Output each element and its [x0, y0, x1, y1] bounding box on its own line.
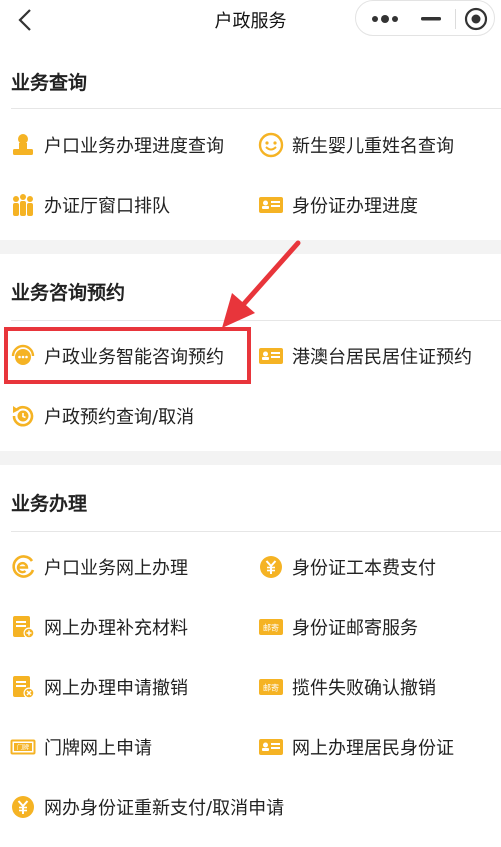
divider: [11, 320, 501, 321]
target-circle-icon: [464, 7, 488, 31]
yuan-coin-icon: [258, 554, 284, 580]
nav-bar: 户政服务: [0, 0, 501, 40]
section-separator: [0, 240, 501, 254]
more-dots-icon: [372, 15, 398, 23]
svg-text:邮寄: 邮寄: [263, 683, 279, 693]
door-plate-icon: 门牌: [10, 734, 36, 760]
item-appointment-query[interactable]: 户政预约查询/取消: [10, 396, 194, 436]
item-repay-cancel[interactable]: 网办身份证重新支付/取消申请: [10, 787, 284, 827]
svg-text:门牌: 门牌: [17, 744, 29, 752]
item-idcard-mail[interactable]: 邮寄 身份证邮寄服务: [258, 607, 418, 647]
section-query: 业务查询 户口业务办理进度查询 新生婴儿重姓名查询 办证厅窗口排队 身份证办理进…: [0, 56, 501, 240]
item-idcard-fee[interactable]: 身份证工本费支付: [258, 547, 436, 587]
mini-program-capsule: [355, 0, 495, 36]
highlight-box: [4, 327, 251, 384]
item-cancel-application[interactable]: 网上办理申请撤销: [10, 667, 188, 707]
divider: [11, 531, 501, 532]
section-title: 业务咨询预约: [11, 282, 126, 304]
clock-refresh-icon: [10, 403, 36, 429]
document-cancel-icon: [10, 674, 36, 700]
e-service-icon: [10, 554, 36, 580]
id-card-icon: [258, 734, 284, 760]
divider: [11, 108, 501, 109]
id-card-icon: [258, 192, 284, 218]
yuan-coin-icon: [10, 794, 36, 820]
item-window-queue[interactable]: 办证厅窗口排队: [10, 185, 170, 225]
item-hukou-progress[interactable]: 户口业务办理进度查询: [10, 125, 224, 165]
section-title: 业务办理: [11, 493, 88, 515]
item-online-idcard[interactable]: 网上办理居民身份证: [258, 727, 454, 767]
minimize-button[interactable]: [408, 1, 454, 37]
minus-icon: [421, 17, 441, 21]
baby-face-icon: [258, 132, 284, 158]
more-button[interactable]: [362, 1, 408, 37]
queue-people-icon: [10, 192, 36, 218]
section-separator: [0, 451, 501, 465]
item-pickup-fail-cancel[interactable]: 邮寄 揽件失败确认撤销: [258, 667, 436, 707]
id-card-icon: [258, 343, 284, 369]
close-button[interactable]: [456, 1, 496, 37]
item-baby-name-query[interactable]: 新生婴儿重姓名查询: [258, 125, 454, 165]
document-add-icon: [10, 614, 36, 640]
item-doorplate-apply[interactable]: 门牌 门牌网上申请: [10, 727, 152, 767]
mail-cancel-icon: 邮寄: [258, 674, 284, 700]
section-handling: 业务办理 户口业务网上办理 身份证工本费支付 网上办理补充材料 邮寄 身份证邮寄…: [0, 465, 501, 847]
item-hkmt-residence[interactable]: 港澳台居民居住证预约: [258, 336, 472, 376]
person-stamp-icon: [10, 132, 36, 158]
item-supplement-docs[interactable]: 网上办理补充材料: [10, 607, 188, 647]
mail-envelope-icon: 邮寄: [258, 614, 284, 640]
svg-text:邮寄: 邮寄: [263, 623, 279, 633]
item-idcard-progress[interactable]: 身份证办理进度: [258, 185, 418, 225]
section-title: 业务查询: [11, 72, 88, 94]
item-hukou-online[interactable]: 户口业务网上办理: [10, 547, 188, 587]
